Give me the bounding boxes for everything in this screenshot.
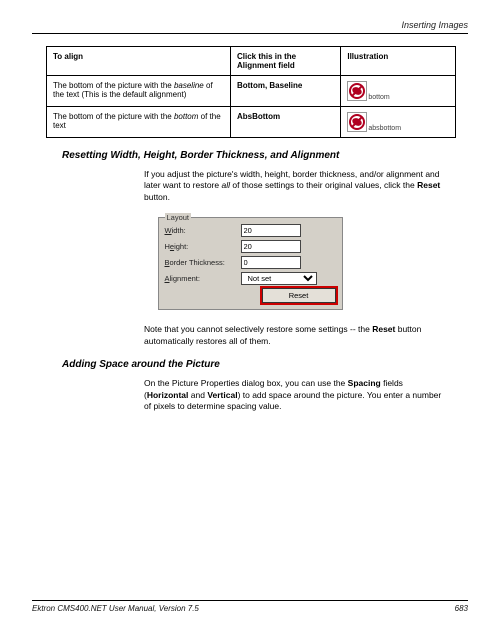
dialog-legend: Layout	[165, 213, 192, 222]
illus-label: bottom	[368, 94, 389, 101]
page-footer: Ektron CMS400.NET User Manual, Version 7…	[32, 600, 468, 613]
layout-dialog: Layout Width: Height: Border Thickness: …	[158, 217, 343, 310]
heading-spacing: Adding Space around the Picture	[62, 359, 468, 370]
border-input[interactable]	[241, 256, 301, 269]
height-label: Height:	[165, 242, 241, 251]
para-reset-note: Note that you cannot selectively restore…	[144, 324, 448, 347]
table-cell-illus: absbottom	[341, 107, 455, 138]
table-cell-illus: bottom	[341, 76, 455, 107]
alignment-table: To align Click this in the Alignment fie…	[46, 46, 456, 138]
border-label: Border Thickness:	[165, 258, 241, 267]
table-cell-desc: The bottom of the picture with the botto…	[47, 107, 231, 138]
alignment-select[interactable]: Not set	[241, 272, 317, 285]
header-rule	[32, 33, 468, 34]
table-row: The bottom of the picture with the basel…	[47, 76, 456, 107]
header-section-title: Inserting Images	[32, 20, 468, 30]
alignment-label: Alignment:	[165, 274, 241, 283]
table-cell-desc: The bottom of the picture with the basel…	[47, 76, 231, 107]
height-input[interactable]	[241, 240, 301, 253]
width-label: Width:	[165, 226, 241, 235]
footer-manual-title: Ektron CMS400.NET User Manual, Version 7…	[32, 604, 199, 613]
table-header-toalign: To align	[47, 47, 231, 76]
table-header-field: Click this in the Alignment field	[230, 47, 340, 76]
reset-button[interactable]: Reset	[262, 288, 336, 303]
para-spacing: On the Picture Properties dialog box, yo…	[144, 378, 448, 412]
heading-resetting: Resetting Width, Height, Border Thicknes…	[62, 150, 468, 161]
footer-rule	[32, 600, 468, 601]
picture-icon	[347, 112, 367, 132]
table-cell-field: Bottom, Baseline	[230, 76, 340, 107]
table-header-illustration: Illustration	[341, 47, 455, 76]
table-cell-field: AbsBottom	[230, 107, 340, 138]
para-reset-intro: If you adjust the picture's width, heigh…	[144, 169, 448, 203]
width-input[interactable]	[241, 224, 301, 237]
table-row: The bottom of the picture with the botto…	[47, 107, 456, 138]
footer-page-number: 683	[455, 604, 468, 613]
illus-label: absbottom	[368, 125, 401, 132]
picture-icon	[347, 81, 367, 101]
